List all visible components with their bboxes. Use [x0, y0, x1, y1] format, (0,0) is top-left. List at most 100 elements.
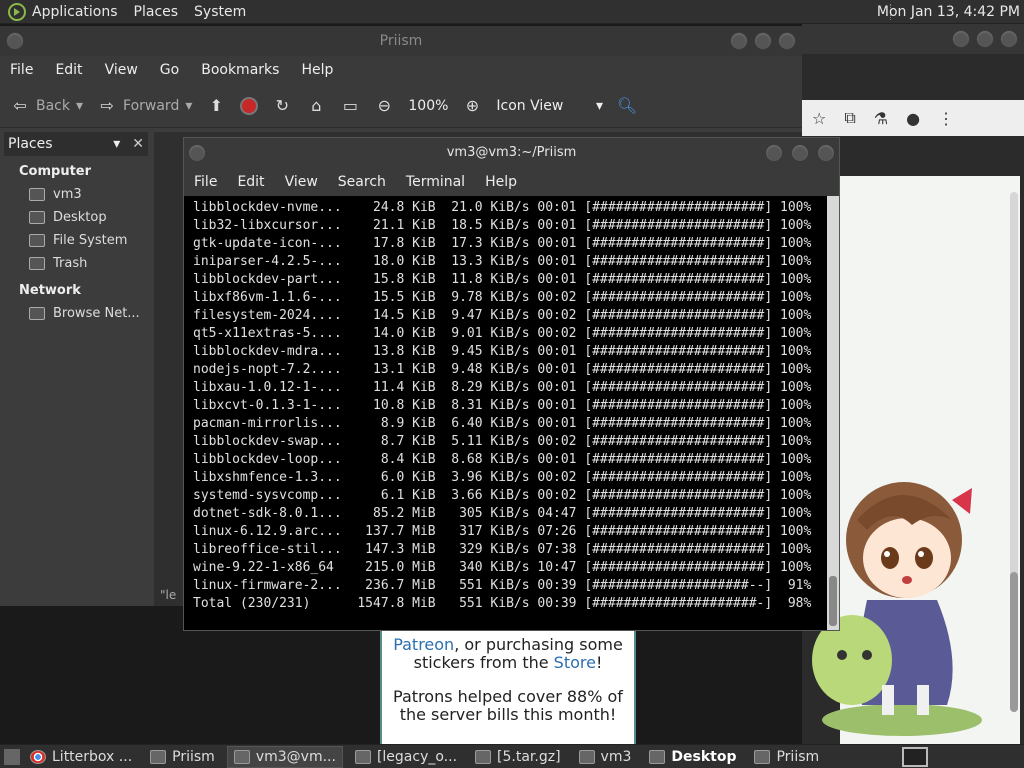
- patreon-link[interactable]: Patreon: [393, 635, 454, 654]
- terminal-line: linux-6.12.9.arc... 137.7 MiB 317 KiB/s …: [193, 524, 812, 539]
- maximize-button[interactable]: [976, 30, 994, 48]
- menu-help[interactable]: Help: [301, 62, 333, 78]
- search-button[interactable]: 🔍︎: [617, 96, 637, 116]
- store-link[interactable]: Store: [554, 653, 596, 672]
- terminal-line: pacman-mirrorlis... 8.9 KiB 6.40 KiB/s 0…: [193, 416, 812, 431]
- taskbar-item-label: Desktop: [671, 748, 737, 765]
- taskbar-item[interactable]: [legacy_o...: [349, 746, 463, 768]
- menu-terminal[interactable]: Terminal: [406, 174, 465, 190]
- file-manager-titlebar[interactable]: Priism: [0, 26, 802, 56]
- sidebar-section-computer: Computer: [19, 164, 92, 179]
- top-menu-applications[interactable]: Applications: [32, 4, 118, 20]
- distro-logo-icon[interactable]: [8, 2, 26, 21]
- home-button[interactable]: ⌂: [306, 96, 326, 116]
- close-button[interactable]: [1000, 30, 1018, 48]
- zoom-out-button[interactable]: ⊖: [374, 96, 394, 116]
- forward-label: Forward: [123, 97, 180, 114]
- zoom-level[interactable]: 100%: [408, 98, 448, 114]
- bookmark-star-icon[interactable]: ☆: [812, 109, 826, 128]
- scrollbar-thumb[interactable]: [829, 576, 837, 626]
- taskbar-item[interactable]: Litterbox ...: [24, 746, 138, 768]
- forward-button[interactable]: ⇨ Forward ▾: [97, 96, 192, 116]
- folder-icon: [649, 749, 666, 764]
- scrollbar-thumb[interactable]: [1010, 572, 1018, 712]
- stop-icon: [240, 96, 259, 115]
- terminal-line: iniparser-4.2.5-... 18.0 KiB 13.3 KiB/s …: [193, 254, 812, 269]
- minimize-button[interactable]: [765, 144, 783, 162]
- chrome-icon: [30, 749, 46, 764]
- terminal-output[interactable]: libblockdev-nvme... 24.8 KiB 21.0 KiB/s …: [184, 196, 828, 630]
- profile-icon[interactable]: ●: [906, 109, 920, 128]
- zoom-in-button[interactable]: ⊕: [462, 96, 482, 116]
- terminal-line: qt5-x11extras-5.... 14.0 KiB 9.01 KiB/s …: [193, 326, 812, 341]
- extensions-icon[interactable]: ⧉: [844, 108, 855, 128]
- sidebar-item-browse-network[interactable]: Browse Net...: [29, 302, 148, 325]
- menu-edit[interactable]: Edit: [237, 174, 264, 190]
- show-desktop-icon[interactable]: [4, 748, 20, 765]
- sidebar-item-file-system[interactable]: File System: [29, 229, 148, 252]
- menu-go[interactable]: Go: [160, 62, 179, 78]
- menu-view[interactable]: View: [105, 62, 138, 78]
- minimize-button[interactable]: [730, 32, 748, 50]
- taskbar-item[interactable]: Priism: [144, 746, 221, 768]
- sidebar-item-trash[interactable]: Trash: [29, 252, 148, 275]
- reload-button[interactable]: ↻: [272, 96, 292, 116]
- menu-edit[interactable]: Edit: [55, 62, 82, 78]
- card-text-2: !: [595, 653, 603, 672]
- patreon-card: Patreon, or purchasing some stickers fro…: [380, 630, 636, 744]
- minimize-button[interactable]: [952, 30, 970, 48]
- home-folder-icon: ⌂: [311, 96, 322, 115]
- stop-button[interactable]: [240, 96, 259, 115]
- sidebar-item-desktop[interactable]: Desktop: [29, 206, 148, 229]
- menu-help[interactable]: Help: [485, 174, 517, 190]
- browser-scrollbar[interactable]: [1010, 192, 1018, 712]
- top-menu-system[interactable]: System: [194, 4, 246, 20]
- maximize-button[interactable]: [791, 144, 809, 162]
- folder-icon: [754, 749, 771, 764]
- terminal-line: filesystem-2024.... 14.5 KiB 9.47 KiB/s …: [193, 308, 812, 323]
- view-mode-label: Icon View: [496, 97, 564, 114]
- menu-view[interactable]: View: [285, 174, 318, 190]
- menu-file[interactable]: File: [194, 174, 217, 190]
- up-button[interactable]: ⬆: [206, 96, 226, 116]
- taskbar-item-label: vm3: [600, 748, 632, 765]
- taskbar-item[interactable]: vm3: [573, 746, 638, 768]
- view-mode-select[interactable]: Icon View ▾: [496, 98, 603, 114]
- close-button[interactable]: [817, 144, 835, 162]
- chevron-down-icon[interactable]: ▾: [113, 136, 120, 152]
- terminal-line: nodejs-nopt-7.2.... 13.1 KiB 9.48 KiB/s …: [193, 362, 812, 377]
- archive-icon: [354, 749, 371, 764]
- task-list: Litterbox ... Priism vm3@vm... [legacy_o...…: [24, 745, 825, 768]
- back-arrow-icon: ⇦: [13, 96, 27, 115]
- terminal-line: libxcvt-0.1.3-1-... 10.8 KiB 8.31 KiB/s …: [193, 398, 812, 413]
- drive-icon: [29, 234, 45, 247]
- close-icon[interactable]: ✕: [132, 136, 144, 152]
- maximize-button[interactable]: [754, 32, 772, 50]
- workspace-switcher[interactable]: [902, 746, 928, 767]
- close-button[interactable]: [778, 32, 796, 50]
- menu-file[interactable]: File: [10, 62, 33, 78]
- browser-menu-icon[interactable]: ⋮: [938, 109, 954, 128]
- back-button[interactable]: ⇦ Back ▾: [10, 96, 83, 116]
- terminal-titlebar[interactable]: vm3@vm3:~/Priism: [184, 138, 839, 168]
- taskbar-item[interactable]: [5.tar.gz]: [469, 746, 567, 768]
- browser-titlebar[interactable]: [802, 24, 1024, 54]
- window-menu-button[interactable]: [188, 144, 206, 162]
- sidebar-item-vm3[interactable]: vm3: [29, 183, 148, 206]
- clock[interactable]: Mon Jan 13, 4:42 PM: [877, 4, 1020, 20]
- taskbar-item[interactable]: Priism: [748, 746, 825, 768]
- window-menu-button[interactable]: [6, 32, 24, 50]
- labs-flask-icon[interactable]: ⚗: [874, 109, 888, 128]
- sidebar-header[interactable]: Places ▾ ✕: [4, 132, 148, 156]
- menu-bookmarks[interactable]: Bookmarks: [201, 62, 279, 78]
- top-menu-places[interactable]: Places: [134, 4, 179, 20]
- terminal-line: libxf86vm-1.1.6-... 15.5 KiB 9.78 KiB/s …: [193, 290, 812, 305]
- file-manager-title: Priism: [379, 33, 423, 49]
- taskbar-item[interactable]: vm3@vm...: [226, 745, 343, 768]
- computer-icon: ▭: [342, 96, 358, 115]
- menu-search[interactable]: Search: [338, 174, 386, 190]
- terminal-title: vm3@vm3:~/Priism: [446, 145, 577, 160]
- terminal-scrollbar[interactable]: [827, 196, 839, 630]
- taskbar-item[interactable]: Desktop: [643, 746, 742, 768]
- computer-button[interactable]: ▭: [340, 96, 360, 116]
